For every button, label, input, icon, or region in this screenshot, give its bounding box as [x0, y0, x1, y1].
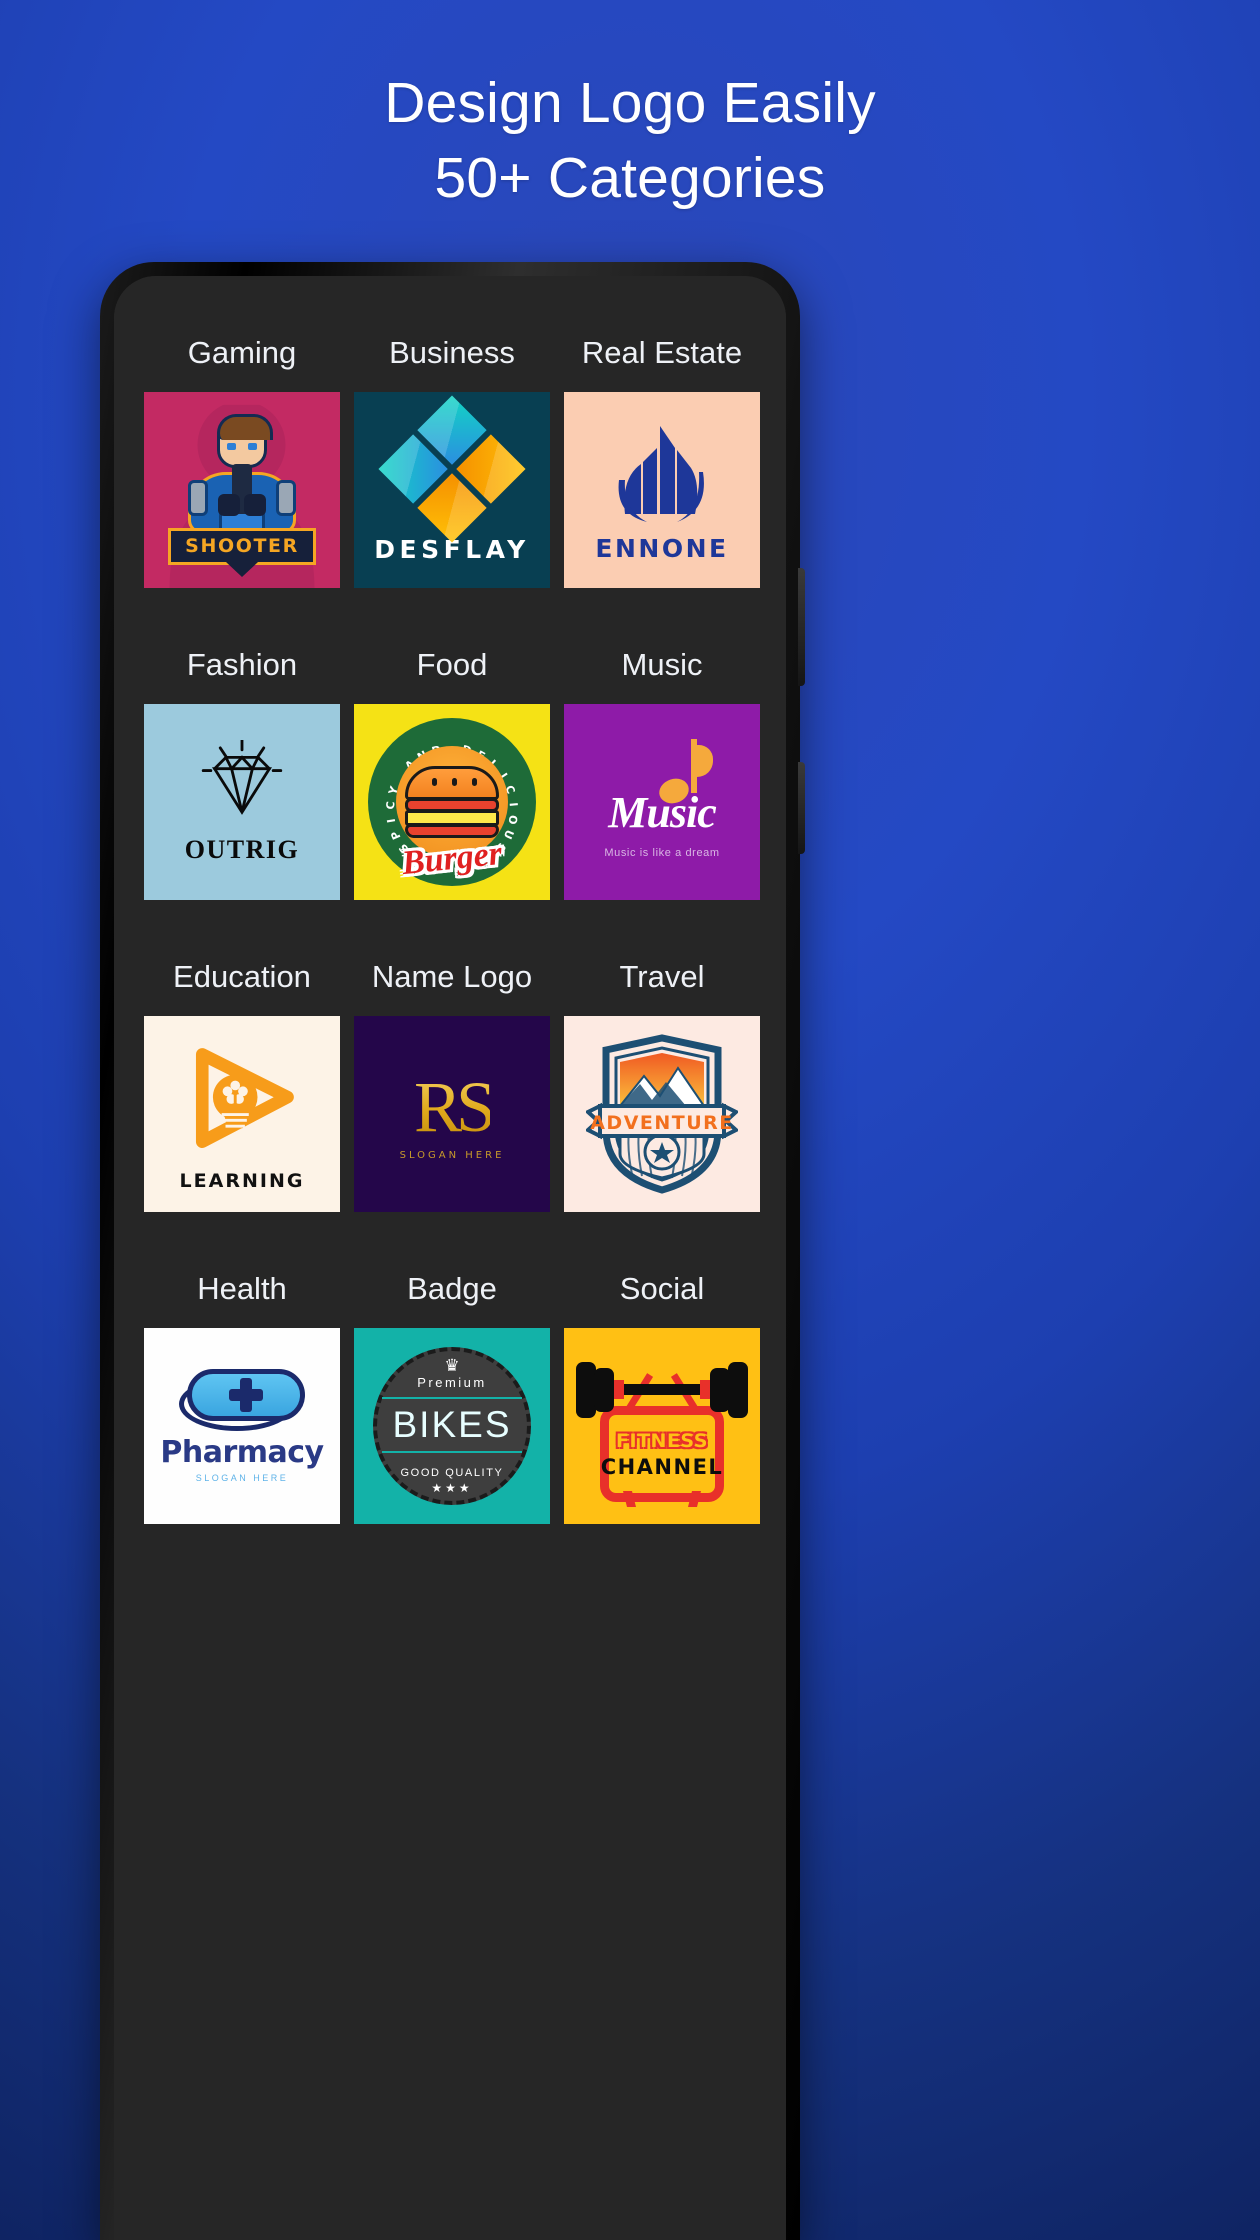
fitness-tv-icon: FITNESS CHANNEL: [574, 1342, 750, 1510]
outrig-wordmark: OUTRIG: [184, 834, 300, 864]
logo-thumbnail-shooter[interactable]: SHOOTER: [144, 392, 340, 588]
page-title: Design Logo Easily 50+ Categories: [0, 66, 1260, 216]
category-item-social[interactable]: Social FITNESS CHANNEL: [564, 1250, 760, 1524]
category-item-fashion[interactable]: Fashion OUTRIG: [144, 626, 340, 900]
category-grid: Gaming SHOOTER Business DESFLAY Real Est…: [144, 314, 760, 588]
category-label: Health: [197, 1271, 287, 1306]
badge-top-text: Premium: [417, 1375, 487, 1390]
bikes-wordmark: BIKES: [392, 1404, 512, 1445]
logo-thumbnail-desflay[interactable]: DESFLAY: [354, 392, 550, 588]
category-grid-row2: Fashion OUTRIG Food S P I C Y I C I O U …: [144, 626, 760, 900]
category-label: Education: [173, 959, 311, 994]
logo-thumbnail-learning[interactable]: LEARNING: [144, 1016, 340, 1212]
category-item-name-logo[interactable]: Name Logo RS SLOGAN HERE: [354, 938, 550, 1212]
logo-thumbnail-pharmacy[interactable]: Pharmacy SLOGAN HERE: [144, 1328, 340, 1524]
badge-stars: ★★★: [431, 1481, 473, 1495]
bikes-badge: ♛ Premium BIKES GOOD QUALITY ★★★: [373, 1347, 531, 1505]
category-item-food[interactable]: Food SPICY AND DELICIOUS: [354, 626, 550, 900]
burger-badge: SPICY AND DELICIOUS: [368, 718, 536, 886]
logo-thumbnail-rs[interactable]: RS SLOGAN HERE: [354, 1016, 550, 1212]
adventure-wordmark: ADVENTURE: [590, 1112, 734, 1134]
category-item-business[interactable]: Business DESFLAY: [354, 314, 550, 588]
category-item-health[interactable]: Health Pharmacy SLOGAN HERE: [144, 1250, 340, 1524]
learning-wordmark: LEARNING: [179, 1169, 305, 1192]
music-note-icon: [656, 739, 713, 808]
channel-wordmark: CHANNEL: [600, 1454, 724, 1479]
badge-bottom-text: GOOD QUALITY: [400, 1467, 504, 1479]
pharmacy-slogan: SLOGAN HERE: [195, 1473, 289, 1483]
shooter-wordmark: SHOOTER: [168, 528, 316, 565]
rs-monogram: RS: [413, 1066, 496, 1147]
building-icon: [607, 418, 717, 528]
category-item-music[interactable]: Music Music Music is like a dream: [564, 626, 760, 900]
headline-line-2: 50+ Categories: [434, 146, 826, 210]
shooter-character: SHOOTER: [168, 414, 316, 565]
rs-slogan: SLOGAN HERE: [399, 1149, 505, 1161]
category-grid-row4: Health Pharmacy SLOGAN HERE Badge ♛ Prem…: [144, 1250, 760, 1524]
phone-mockup: Gaming SHOOTER Business DESFLAY Real Est…: [100, 262, 805, 2240]
burger-icon: [405, 766, 499, 838]
category-item-real-estate[interactable]: Real Estate ENNONE: [564, 314, 760, 588]
logo-thumbnail-fitness-channel[interactable]: FITNESS CHANNEL: [564, 1328, 760, 1524]
crown-icon: ♛: [444, 1356, 460, 1375]
category-label: Fashion: [186, 647, 298, 682]
category-item-badge[interactable]: Badge ♛ Premium BIKES GOOD QUALITY ★★★: [354, 1250, 550, 1524]
headline-line-1: Design Logo Easily: [384, 71, 876, 135]
adventure-shield-badge: ADVENTURE: [584, 1034, 740, 1194]
app-screen: Gaming SHOOTER Business DESFLAY Real Est…: [114, 276, 786, 2240]
logo-thumbnail-bikes[interactable]: ♛ Premium BIKES GOOD QUALITY ★★★: [354, 1328, 550, 1524]
category-item-travel[interactable]: Travel ADVENTURE: [564, 938, 760, 1212]
logo-thumbnail-burger[interactable]: SPICY AND DELICIOUS: [354, 704, 550, 900]
fitness-wordmark: FITNESS: [616, 1429, 708, 1452]
logo-thumbnail-adventure[interactable]: ADVENTURE: [564, 1016, 760, 1212]
category-item-gaming[interactable]: Gaming SHOOTER: [144, 314, 340, 588]
diamond-icon: [378, 394, 526, 543]
phone-bezel: Gaming SHOOTER Business DESFLAY Real Est…: [114, 276, 786, 2240]
logo-thumbnail-outrig[interactable]: OUTRIG: [144, 704, 340, 900]
category-grid-row3: Education LEARNING Name Logo RS SLOGAN H…: [144, 938, 760, 1212]
logo-thumbnail-music[interactable]: Music Music is like a dream: [564, 704, 760, 900]
category-label: Badge: [407, 1271, 497, 1306]
diamond-gem-icon: [190, 738, 294, 827]
category-label: Business: [389, 335, 515, 370]
category-label: Name Logo: [371, 959, 533, 994]
play-bulb-icon: [179, 1037, 305, 1168]
category-label: Travel: [619, 959, 705, 994]
ennone-wordmark: ENNONE: [595, 533, 729, 563]
category-label: Food: [416, 647, 488, 682]
category-item-education[interactable]: Education LEARNING: [144, 938, 340, 1212]
category-label: Social: [619, 1271, 705, 1306]
volume-button[interactable]: [798, 568, 805, 686]
logo-thumbnail-ennone[interactable]: ENNONE: [564, 392, 760, 588]
category-label: Gaming: [187, 335, 297, 370]
category-label: Music: [621, 647, 703, 682]
pharmacy-wordmark: Pharmacy: [160, 1435, 324, 1470]
power-button[interactable]: [798, 762, 805, 854]
category-label: Real Estate: [581, 335, 743, 370]
music-tagline: Music is like a dream: [604, 847, 720, 859]
pill-cross-icon: [179, 1369, 305, 1431]
